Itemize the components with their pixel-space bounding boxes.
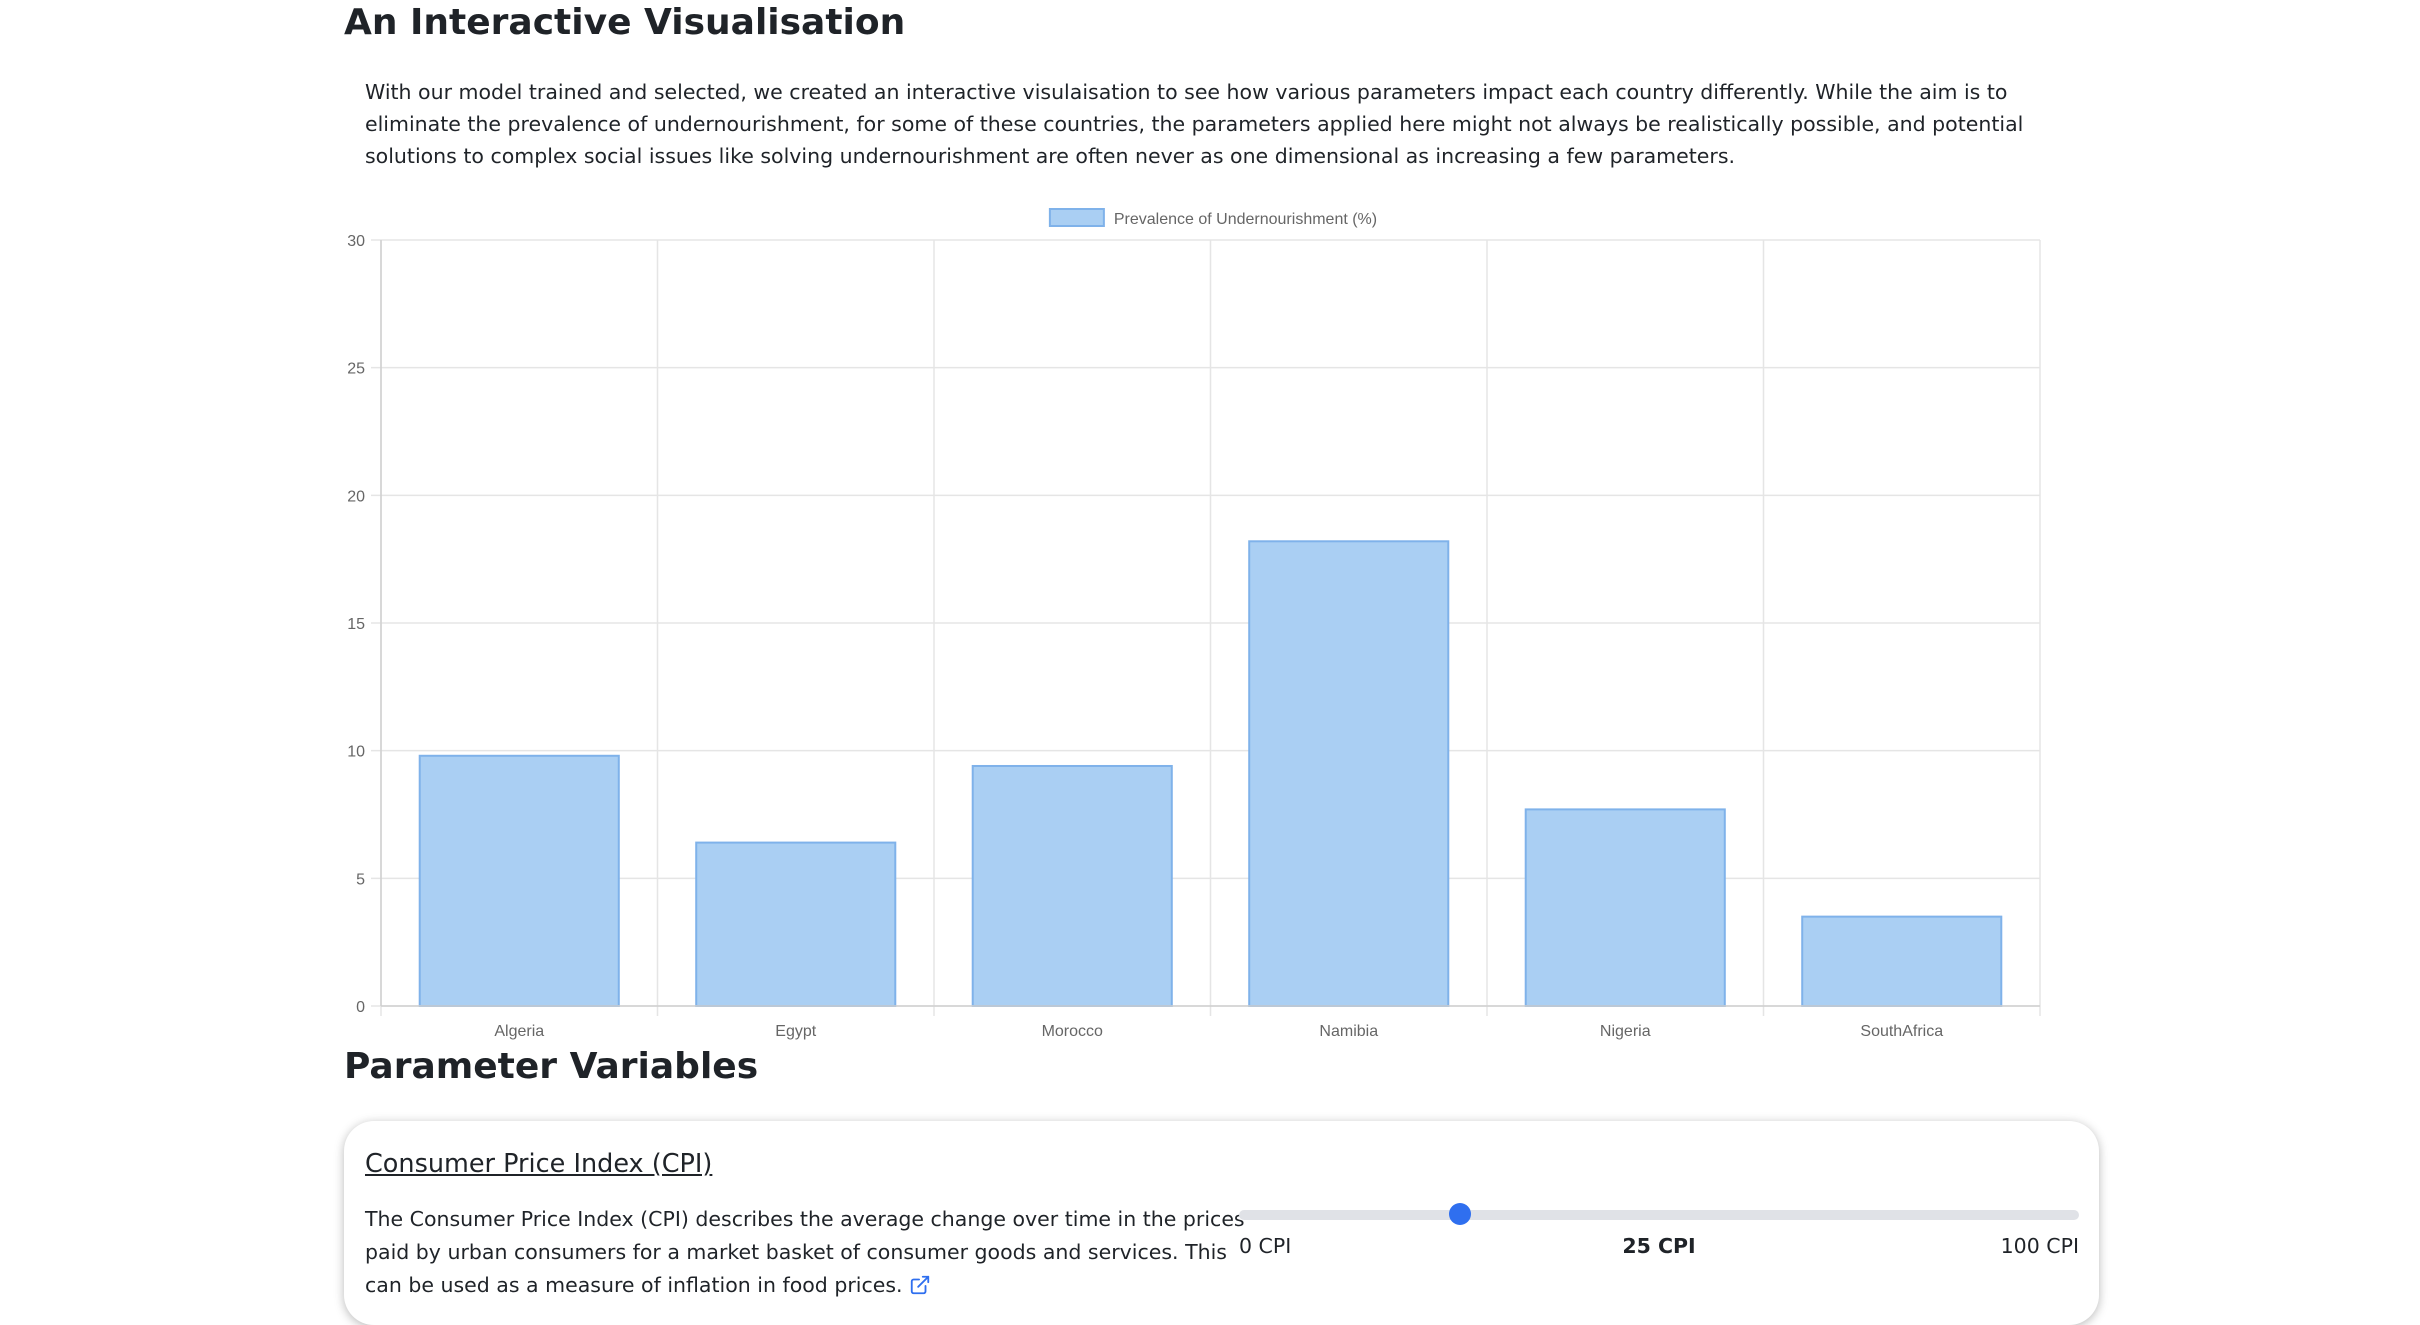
y-tick-label: 15 — [347, 616, 365, 633]
cpi-max-label: 100 CPI — [2000, 1234, 2079, 1258]
legend-label[interactable]: Prevalence of Undernourishment (%) — [1114, 211, 1377, 228]
bar-morocco[interactable] — [971, 764, 1173, 1008]
cpi-slider-thumb[interactable] — [1449, 1203, 1471, 1225]
legend-swatch[interactable] — [1048, 208, 1105, 227]
x-tick-label: Morocco — [1042, 1023, 1103, 1040]
y-tick-label: 30 — [347, 233, 365, 250]
chart-legend[interactable]: Prevalence of Undernourishment (%) — [1048, 208, 1377, 228]
bar-chart: 0 5 10 15 20 25 30 Algeria Egypt Morocco Namibia Ni… — [347, 208, 2041, 1040]
bar-egypt[interactable] — [695, 841, 897, 1007]
cpi-description-text: The Consumer Price Index (CPI) describes… — [365, 1207, 1245, 1297]
y-tick-label: 25 — [347, 361, 365, 378]
x-tick-label: Namibia — [1319, 1023, 1378, 1040]
x-tick-label: Nigeria — [1600, 1023, 1651, 1040]
bar-southafrica[interactable] — [1801, 915, 2003, 1008]
bar-algeria[interactable] — [418, 754, 620, 1007]
bar-namibia[interactable] — [1248, 540, 1450, 1007]
cpi-parameter-card: Consumer Price Index (CPI) The Consumer … — [344, 1121, 2099, 1325]
x-tick-label: Algeria — [494, 1023, 544, 1040]
external-link-icon[interactable] — [909, 1273, 931, 1306]
y-tick-label: 0 — [356, 999, 365, 1016]
bar-nigeria[interactable] — [1524, 808, 1726, 1007]
cpi-value-label: 25 CPI — [1622, 1234, 1696, 1258]
y-tick-label: 5 — [356, 871, 365, 888]
x-tick-label: SouthAfrica — [1860, 1023, 1943, 1040]
chart-gridlines — [371, 239, 2041, 1016]
cpi-slider-track[interactable] — [1239, 1210, 2079, 1220]
parameters-title: Parameter Variables — [344, 1046, 759, 1087]
cpi-title-link[interactable]: Consumer Price Index (CPI) — [365, 1149, 712, 1179]
x-tick-label: Egypt — [775, 1023, 816, 1040]
cpi-description: The Consumer Price Index (CPI) describes… — [365, 1203, 1245, 1306]
cpi-min-label: 0 CPI — [1239, 1234, 1292, 1258]
y-tick-label: 20 — [347, 488, 365, 505]
y-tick-label: 10 — [347, 744, 365, 761]
